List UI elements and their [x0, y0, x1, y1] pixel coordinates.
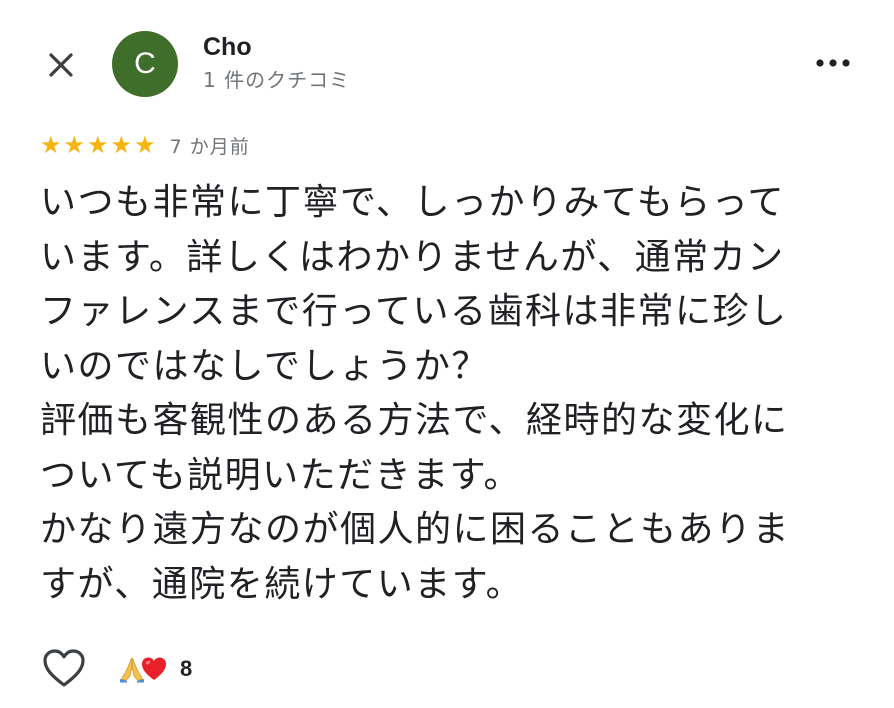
red-heart-icon — [142, 657, 166, 680]
rating-row: ★ ★ ★ ★ ★ 7 か月前 — [40, 130, 250, 160]
like-button[interactable] — [38, 644, 90, 692]
star-icon: ★ — [134, 131, 156, 159]
more-vert-icon — [816, 59, 850, 67]
star-icon: ★ — [40, 131, 62, 159]
reactions[interactable]: 8 — [118, 652, 192, 686]
reviewer-review-count: 1 件のクチコミ — [203, 68, 351, 92]
review-detail-page: C Cho 1 件のクチコミ ★ ★ ★ ★ ★ 7 か月前 いつも非常に丁寧で… — [0, 0, 894, 708]
heart-outline-icon — [43, 649, 85, 687]
star-icon: ★ — [110, 131, 133, 159]
review-date: 7 か月前 — [169, 135, 250, 158]
reviewer-name[interactable]: Cho — [203, 32, 252, 62]
star-icon: ★ — [87, 131, 109, 159]
reaction-count: 8 — [180, 656, 193, 681]
star-icon: ★ — [63, 131, 86, 159]
more-options-button[interactable] — [808, 46, 858, 80]
review-text: いつも非常に丁寧で、しっかりみてもらって います。詳しくはわかりませんが、通常カ… — [40, 182, 791, 605]
star-rating: ★ ★ ★ ★ ★ — [40, 131, 156, 159]
close-icon — [49, 53, 73, 77]
close-button[interactable] — [40, 44, 82, 86]
avatar[interactable]: C — [112, 31, 178, 97]
